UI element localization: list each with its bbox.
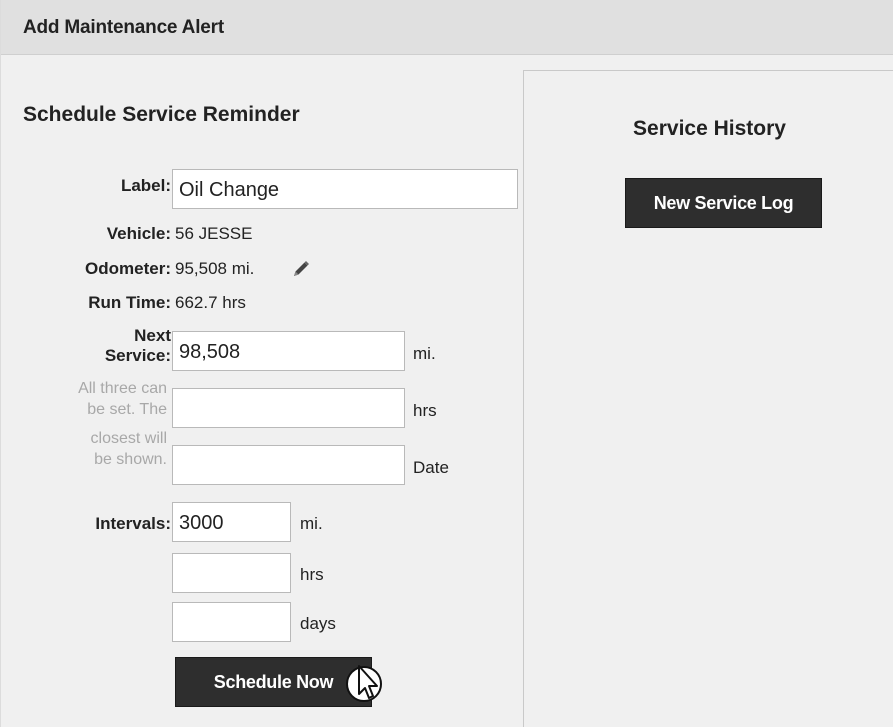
service-history-panel: Service History New Service Log — [523, 70, 893, 727]
schedule-now-button[interactable]: Schedule Now — [175, 657, 372, 707]
odometer-label: Odometer: — [85, 259, 171, 278]
next-service-label-line1: Next — [134, 326, 171, 345]
odometer-value: 95,508 mi. — [175, 259, 255, 278]
interval-miles-input[interactable] — [172, 502, 291, 542]
vehicle-value: 56 JESSE — [175, 224, 253, 243]
new-service-log-button[interactable]: New Service Log — [625, 178, 822, 228]
schedule-reminder-heading: Schedule Service Reminder — [23, 103, 300, 126]
intervals-label: Intervals: — [95, 514, 171, 533]
service-history-heading: Service History — [633, 117, 786, 140]
hint-line: be set. The — [87, 401, 167, 418]
interval-hours-unit: hrs — [300, 565, 324, 584]
run-time-value: 662.7 hrs — [175, 293, 246, 312]
pencil-icon[interactable] — [291, 259, 311, 279]
interval-days-input[interactable] — [172, 602, 291, 642]
hint-line: All three can — [78, 380, 167, 397]
next-service-hours-unit: hrs — [413, 401, 437, 420]
next-service-miles-unit: mi. — [413, 344, 436, 363]
dialog-title: Add Maintenance Alert — [23, 17, 224, 38]
run-time-label: Run Time: — [88, 293, 171, 312]
next-service-miles-input[interactable] — [172, 331, 405, 371]
vehicle-label: Vehicle: — [106, 224, 171, 243]
add-maintenance-alert-dialog: Add Maintenance Alert Schedule Service R… — [0, 0, 893, 727]
next-service-hours-input[interactable] — [172, 388, 405, 428]
dialog-titlebar: Add Maintenance Alert — [1, 0, 893, 55]
mouse-pointer-icon — [346, 665, 382, 702]
interval-miles-unit: mi. — [300, 514, 323, 533]
next-service-date-input[interactable] — [172, 445, 405, 485]
next-service-label-line2: Service: — [104, 346, 171, 365]
hint-line: be shown. — [94, 451, 167, 468]
label-field-label: Label: — [120, 176, 171, 195]
label-input[interactable] — [172, 169, 518, 209]
hint-line: closest will — [90, 430, 167, 447]
interval-days-unit: days — [300, 614, 336, 633]
next-service-date-unit: Date — [413, 458, 449, 477]
interval-hours-input[interactable] — [172, 553, 291, 593]
